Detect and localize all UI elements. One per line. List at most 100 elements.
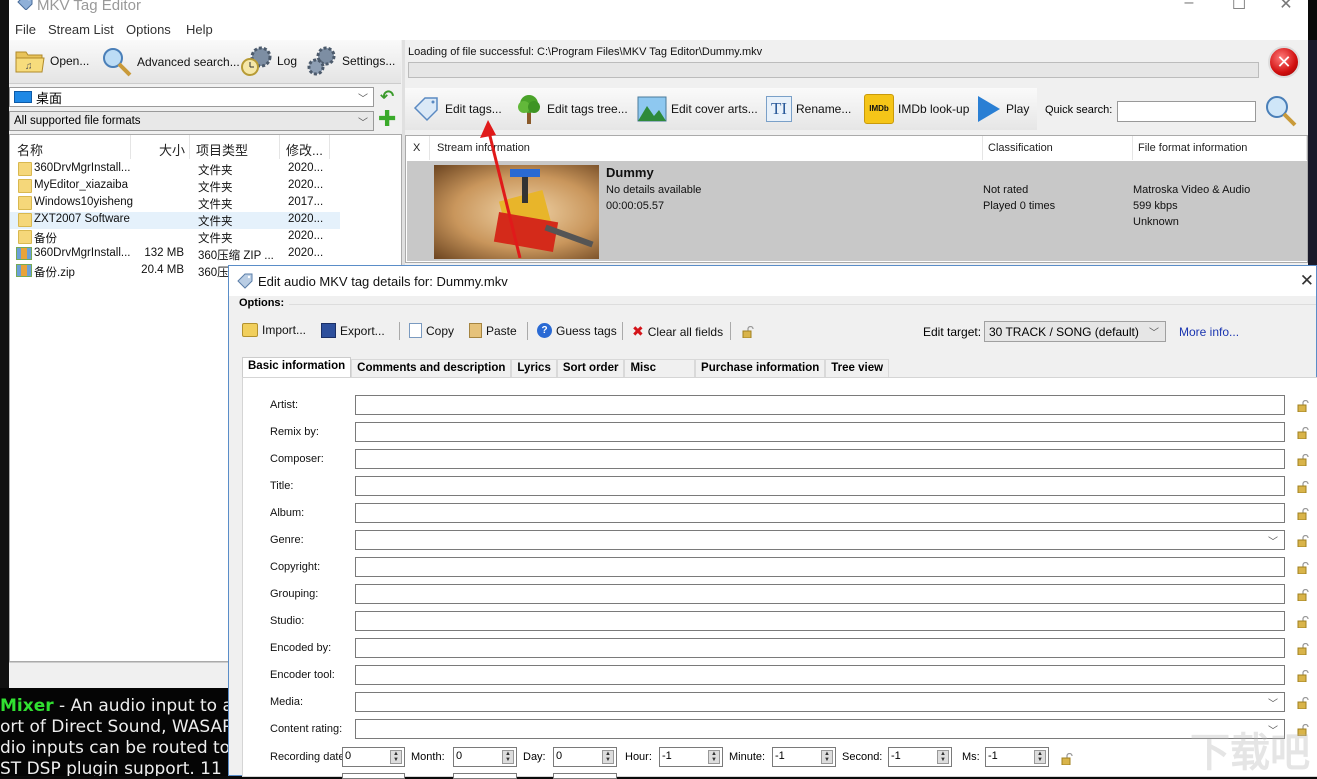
lock-open-icon[interactable]	[1297, 616, 1309, 628]
tab-basic-information[interactable]: Basic information	[242, 357, 351, 378]
spin-arrows-icon[interactable]: ▲▼	[1034, 750, 1046, 764]
file-row[interactable]: 360DrvMgrInstall...文件夹2020...	[10, 161, 340, 178]
encoded-by-input[interactable]	[355, 638, 1285, 658]
second-spinner[interactable]: -1▲▼	[888, 747, 952, 767]
column-type[interactable]: 项目类型	[190, 135, 280, 159]
tab-sort-order[interactable]: Sort order	[557, 359, 625, 378]
file-row[interactable]: 360DrvMgrInstall...132 MB360压缩 ZIP ...20…	[10, 246, 340, 263]
grouping-input[interactable]	[355, 584, 1285, 604]
import-button[interactable]: Import...	[242, 323, 306, 337]
album-input[interactable]	[355, 503, 1285, 523]
menu-stream-list[interactable]: Stream List	[48, 22, 114, 37]
next-row-spinner[interactable]	[342, 773, 405, 779]
column-stream-information[interactable]: Stream information	[430, 136, 983, 160]
minute-spinner[interactable]: -1▲▼	[772, 747, 836, 767]
filter-combo[interactable]: All supported file formats ﹀	[9, 111, 374, 131]
add-icon[interactable]: ✚	[378, 108, 396, 130]
studio-input[interactable]	[355, 611, 1285, 631]
recording-year-spinner[interactable]: 0▲▼	[342, 747, 405, 767]
menu-options[interactable]: Options	[126, 22, 171, 37]
spin-arrows-icon[interactable]: ▲▼	[708, 750, 720, 764]
tab-misc[interactable]: Misc	[624, 359, 695, 378]
next-row-spinner[interactable]	[553, 773, 617, 779]
file-row[interactable]: ZXT2007 Software文件夹2020...	[10, 212, 340, 229]
export-button[interactable]: Export...	[321, 323, 385, 338]
day-spinner[interactable]: 0▲▼	[553, 747, 617, 767]
log-button[interactable]: Log	[241, 45, 297, 77]
tab-comments-and-description[interactable]: Comments and description	[351, 359, 511, 378]
column-x[interactable]: X	[406, 136, 430, 160]
advanced-search-button[interactable]: Advanced search...	[101, 46, 240, 78]
tab-tree-view[interactable]: Tree view	[825, 359, 889, 378]
lock-open-icon[interactable]	[1297, 697, 1309, 709]
ms-spinner[interactable]: -1▲▼	[985, 747, 1049, 767]
month-spinner[interactable]: 0▲▼	[453, 747, 517, 767]
spin-arrows-icon[interactable]: ▲▼	[390, 750, 402, 764]
edit-tags-button[interactable]: Edit tags...	[413, 96, 502, 122]
lock-open-icon[interactable]	[1297, 508, 1309, 520]
column-name[interactable]: 名称	[10, 135, 131, 159]
title-input[interactable]	[355, 476, 1285, 496]
close-window-button[interactable]: ✕	[1271, 0, 1301, 14]
lock-open-icon[interactable]	[1297, 535, 1309, 547]
lock-open-icon[interactable]	[1297, 481, 1309, 493]
column-modified[interactable]: 修改...	[280, 135, 330, 159]
stream-list-item[interactable]: Dummy No details available 00:00:05.57 N…	[407, 161, 1307, 261]
lock-open-icon[interactable]	[1297, 724, 1309, 736]
spin-arrows-icon[interactable]: ▲▼	[502, 750, 514, 764]
menu-file[interactable]: File	[15, 22, 36, 37]
spin-arrows-icon[interactable]: ▲▼	[602, 750, 614, 764]
genre-select[interactable]: ﹀	[355, 530, 1285, 550]
lock-open-icon[interactable]	[1297, 427, 1309, 439]
spin-arrows-icon[interactable]: ▲▼	[937, 750, 949, 764]
guess-tags-button[interactable]: ? Guess tags	[537, 323, 617, 338]
lock-all-icon[interactable]	[742, 326, 754, 338]
quick-search-input[interactable]	[1117, 101, 1256, 122]
file-row[interactable]: MyEditor_xiazaiba文件夹2020...	[10, 178, 340, 195]
column-classification[interactable]: Classification	[983, 136, 1133, 160]
tab-purchase-information[interactable]: Purchase information	[695, 359, 825, 378]
column-size[interactable]: 大小	[131, 135, 190, 159]
media-select[interactable]: ﹀	[355, 692, 1285, 712]
copy-button[interactable]: Copy	[409, 323, 454, 338]
composer-input[interactable]	[355, 449, 1285, 469]
copyright-input[interactable]	[355, 557, 1285, 577]
lock-open-icon[interactable]	[1297, 400, 1309, 412]
imdb-lookup-button[interactable]: IMDb IMDb look-up	[864, 94, 969, 124]
remix-by-input[interactable]	[355, 422, 1285, 442]
edit-target-select[interactable]: 30 TRACK / SONG (default) ﹀	[984, 321, 1166, 342]
play-button[interactable]: Play	[976, 94, 1029, 124]
tab-lyrics[interactable]: Lyrics	[511, 359, 556, 378]
column-file-format-information[interactable]: File format information	[1133, 136, 1307, 160]
lock-open-icon[interactable]	[1297, 454, 1309, 466]
rename-button[interactable]: TI Rename...	[766, 96, 851, 122]
hour-spinner[interactable]: -1▲▼	[659, 747, 723, 767]
paste-button[interactable]: Paste	[469, 323, 517, 338]
artist-input[interactable]	[355, 395, 1285, 415]
file-row[interactable]: 备份文件夹2020...	[10, 229, 340, 246]
dialog-close-button[interactable]: ✕	[1300, 271, 1314, 291]
encoder-tool-input[interactable]	[355, 665, 1285, 685]
edit-tags-tree-button[interactable]: Edit tags tree...	[515, 93, 628, 125]
edit-cover-arts-button[interactable]: Edit cover arts...	[637, 96, 758, 122]
lock-open-icon[interactable]	[1297, 670, 1309, 682]
more-info-link[interactable]: More info...	[1179, 325, 1239, 339]
clear-all-fields-button[interactable]: ✖ Clear all fields	[632, 323, 723, 340]
open-button[interactable]: ♫ Open...	[14, 46, 89, 76]
spin-arrows-icon[interactable]: ▲▼	[821, 750, 833, 764]
settings-button[interactable]: Settings...	[306, 45, 395, 77]
content-rating-select[interactable]: ﹀	[355, 719, 1285, 739]
location-combo[interactable]: 桌面 ﹀	[9, 87, 374, 107]
lock-open-icon[interactable]	[1061, 753, 1073, 765]
lock-open-icon[interactable]	[1297, 589, 1309, 601]
lock-open-icon[interactable]	[1297, 643, 1309, 655]
cancel-close-icon[interactable]: ✕	[1268, 46, 1300, 78]
menu-help[interactable]: Help	[186, 22, 213, 37]
minimize-button[interactable]: –	[1174, 0, 1204, 12]
search-icon[interactable]	[1264, 94, 1298, 128]
refresh-icon[interactable]: ↶	[380, 87, 394, 107]
file-row[interactable]: Windows10yisheng文件夹2017...	[10, 195, 340, 212]
lock-open-icon[interactable]	[1297, 562, 1309, 574]
next-row-spinner[interactable]	[453, 773, 517, 779]
maximize-button[interactable]: ☐	[1224, 0, 1254, 14]
